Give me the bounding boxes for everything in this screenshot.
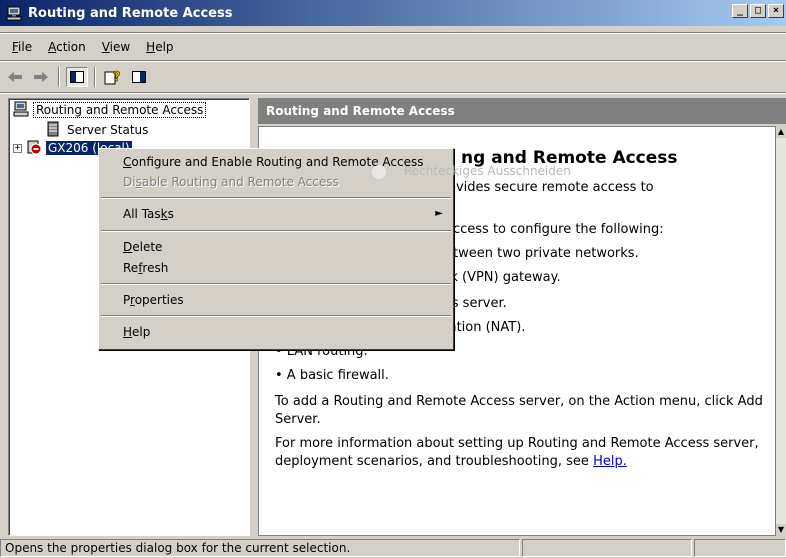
status-text: Opens the properties dialog box for the …	[0, 539, 520, 557]
scroll-down-icon[interactable]: ▼	[776, 524, 786, 536]
menu-item-all-tasks[interactable]: All Tasks ►	[99, 204, 453, 224]
ghost-tooltip: Rechteckiges Ausschneiden	[372, 164, 571, 179]
status-pane	[694, 539, 786, 557]
maximize-button[interactable]: □	[750, 4, 766, 18]
title-bar: Routing and Remote Access _ □ ×	[0, 0, 786, 26]
computer-icon	[13, 101, 29, 120]
submenu-arrow-icon: ►	[435, 208, 443, 219]
forward-icon[interactable]	[30, 67, 52, 87]
tree-item-routing-root[interactable]: Routing and Remote Access	[13, 101, 207, 120]
tree-item-server-status[interactable]: Server Status	[45, 121, 150, 139]
scroll-up-icon[interactable]: ▲	[776, 126, 786, 138]
status-bar: Opens the properties dialog box for the …	[0, 538, 786, 558]
details-bullet: ss server.	[445, 296, 507, 311]
details-bullet: rk (VPN) gateway.	[445, 270, 561, 285]
menu-action[interactable]: Action	[40, 40, 94, 54]
menu-file[interactable]: File	[4, 40, 40, 54]
close-button[interactable]: ×	[768, 4, 784, 18]
tree-label: Routing and Remote Access	[33, 102, 207, 118]
details-configure-intro: access to configure the following:	[445, 222, 664, 237]
help-icon[interactable]: ?	[102, 67, 124, 87]
expand-icon[interactable]: +	[13, 143, 22, 153]
menu-item-delete[interactable]: Delete	[99, 237, 453, 257]
minimize-button[interactable]: _	[732, 4, 748, 18]
back-icon[interactable]	[4, 67, 26, 87]
details-bullet: lation (NAT).	[445, 320, 526, 335]
properties-pane-icon[interactable]	[128, 67, 150, 87]
status-pane	[522, 539, 692, 557]
svg-text:?: ?	[113, 70, 121, 85]
server-status-icon	[45, 121, 61, 140]
menu-bar: File Action View Help	[0, 36, 182, 58]
menu-item-properties[interactable]: Properties	[99, 290, 453, 310]
vertical-scrollbar[interactable]: ▲ ▼	[776, 126, 786, 536]
menu-help[interactable]: Help	[138, 40, 181, 54]
tree-label: Server Status	[67, 123, 149, 137]
server-stopped-icon	[26, 139, 42, 158]
menu-view[interactable]: View	[94, 40, 138, 54]
details-bullet: • A basic firewall.	[275, 368, 389, 383]
show-hide-console-tree-icon[interactable]	[66, 67, 88, 87]
help-link[interactable]: Help.	[593, 454, 627, 469]
menu-item-refresh[interactable]: Refresh	[99, 258, 453, 278]
routing-app-icon	[6, 5, 22, 21]
ghost-icon	[372, 164, 386, 179]
details-more-info-text: For more information about setting up Ro…	[275, 436, 759, 469]
toolbar-separator	[94, 67, 96, 87]
details-header: Routing and Remote Access	[258, 98, 786, 124]
details-intro: ess provides secure remote access to	[409, 180, 654, 195]
window-title: Routing and Remote Access	[28, 5, 233, 21]
menu-item-help[interactable]: Help	[99, 322, 453, 342]
details-add-server-text: To add a Routing and Remote Access serve…	[275, 394, 763, 427]
details-bullet: etween two private networks.	[445, 246, 639, 261]
toolbar: ?	[4, 66, 150, 88]
toolbar-separator	[58, 67, 60, 87]
